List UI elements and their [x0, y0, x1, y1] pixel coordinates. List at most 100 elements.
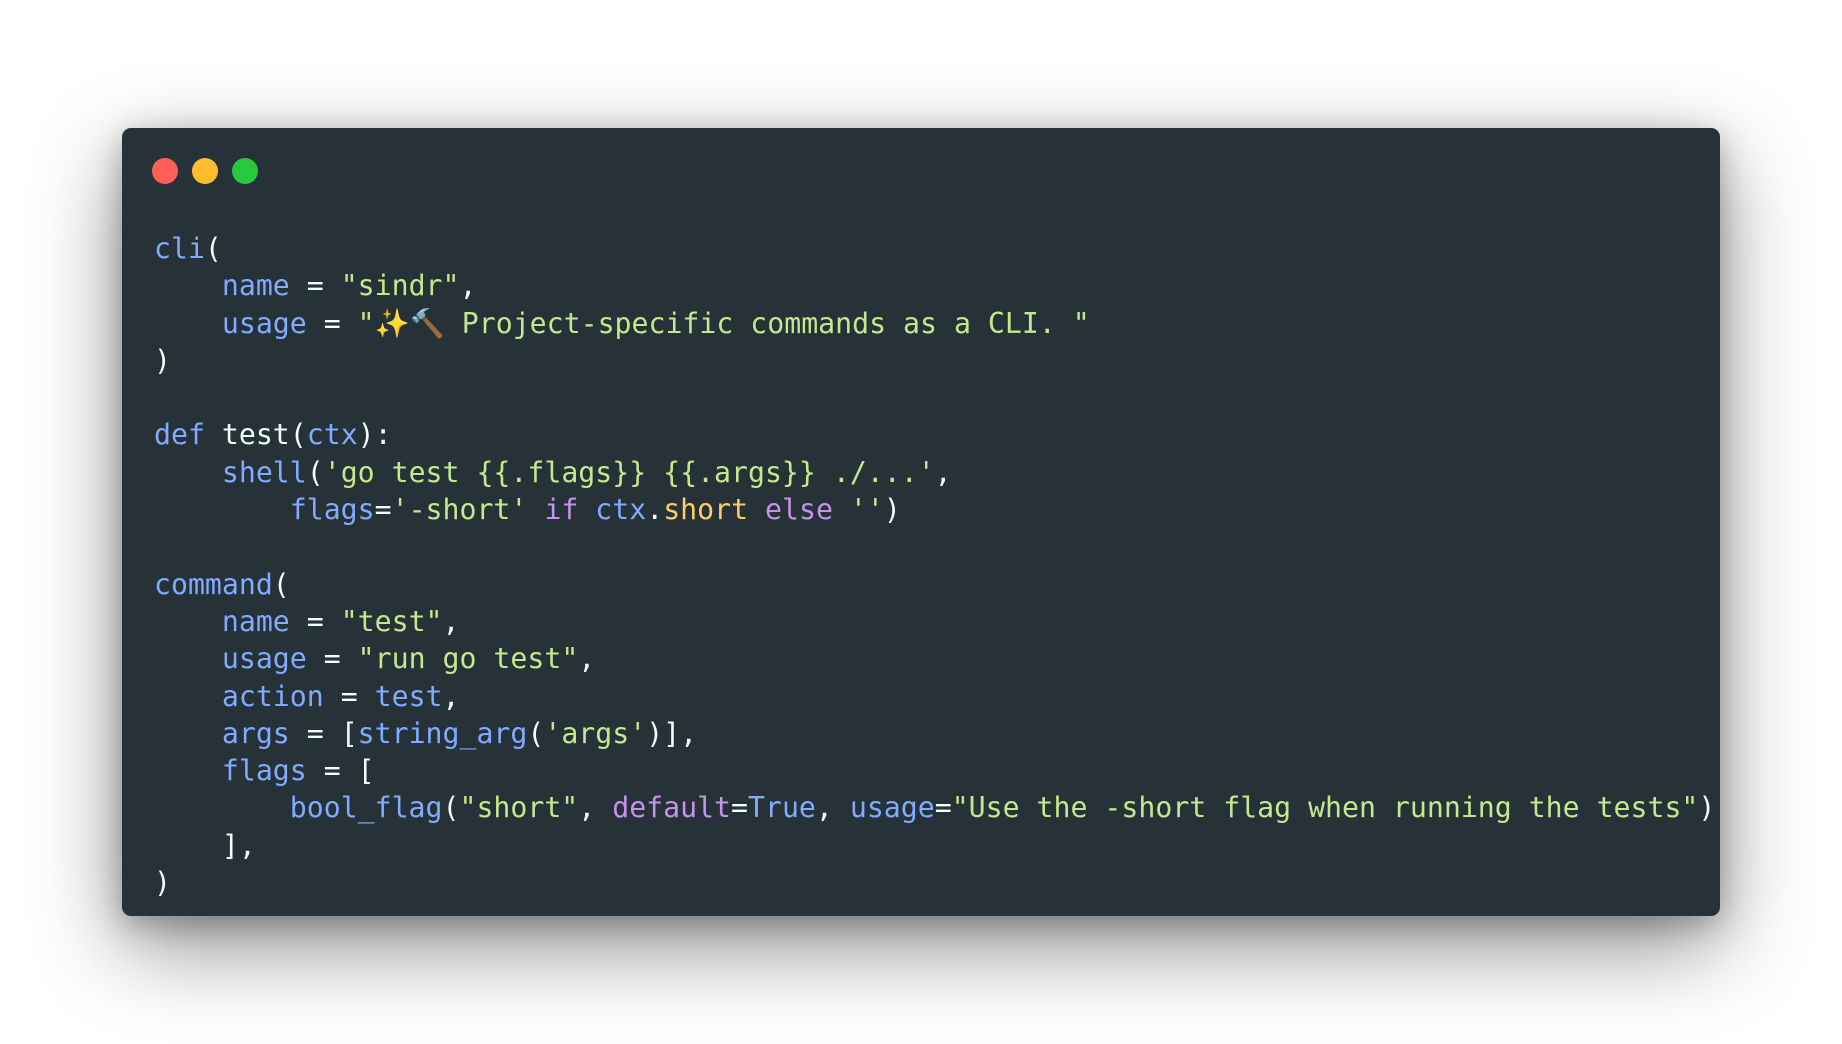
code-token-function: test	[374, 679, 443, 713]
code-token-function: bool_flag	[289, 791, 443, 825]
code-token-default: ,	[578, 642, 596, 676]
code-line: ],	[154, 827, 1715, 864]
code-token-default	[578, 493, 595, 526]
code-token-function: ctx	[306, 418, 358, 452]
code-token-default: .	[646, 493, 664, 527]
close-button[interactable]	[152, 158, 178, 184]
code-token-default: ,	[578, 791, 613, 825]
code-token-function: usage	[849, 791, 935, 825]
code-token-default: ):	[357, 418, 392, 452]
code-token-function: action	[221, 679, 324, 713]
code-line: name = "test",	[154, 603, 1715, 640]
code-token-function: flags	[289, 493, 375, 527]
code-token-function: shell	[221, 455, 307, 489]
code-window: cli( name = "sindr", usage = "✨🔨 Project…	[122, 128, 1720, 916]
code-token-default	[748, 493, 765, 526]
code-token-default: ,	[442, 604, 460, 638]
code-token-default: =	[934, 791, 952, 825]
code-token-function: True	[748, 791, 816, 825]
code-token-function: args	[221, 716, 290, 750]
code-token-default: )	[154, 343, 171, 377]
code-token-default: =	[323, 679, 375, 713]
code-token-string: "✨🔨 Project-specific commands as a CLI. …	[357, 306, 1090, 340]
code-token-function: usage	[221, 306, 307, 340]
code-token-string: "Use the -short flag when running the te…	[951, 791, 1699, 825]
code-line: usage = "run go test",	[154, 640, 1715, 677]
code-token-default: ,	[815, 791, 850, 825]
code-token-default	[833, 493, 850, 526]
code-token-default: =	[306, 306, 358, 340]
code-token-default: = [	[306, 754, 375, 788]
code-token-default: ,	[934, 455, 952, 489]
code-token-default: )],	[646, 716, 698, 750]
code-token-default: (	[204, 232, 222, 265]
code-token-default	[154, 791, 290, 824]
maximize-button[interactable]	[232, 158, 258, 184]
code-token-default: test(	[204, 418, 307, 452]
code-token-default	[154, 269, 222, 302]
code-token-default	[154, 456, 222, 489]
code-block: cli( name = "sindr", usage = "✨🔨 Project…	[154, 230, 1715, 901]
code-token-function: flags	[221, 754, 307, 788]
code-line: action = test,	[154, 678, 1715, 715]
code-token-function: usage	[221, 642, 307, 676]
code-token-default: =	[306, 642, 358, 676]
code-token-keyword: else	[765, 493, 833, 527]
code-token-keyword: if	[544, 493, 579, 527]
code-token-function: string_arg	[357, 716, 528, 750]
code-token-function: name	[221, 269, 290, 303]
code-token-keyword: default	[612, 791, 732, 825]
code-token-string: 'go test {{.flags}} {{.args}} ./...'	[323, 455, 935, 489]
code-line: bool_flag("short", default=True, usage="…	[154, 789, 1716, 826]
code-token-default: =	[289, 269, 341, 303]
code-line: cli(	[154, 230, 1715, 267]
code-token-default	[154, 605, 222, 638]
code-token-string: ''	[849, 493, 884, 527]
code-line: args = [string_arg('args')],	[154, 715, 1715, 752]
code-token-default: ],	[154, 828, 256, 862]
code-line: def test(ctx):	[154, 416, 1715, 453]
code-token-string: "short"	[459, 791, 579, 825]
code-token-default	[527, 493, 544, 526]
code-token-string: "test"	[340, 604, 443, 638]
code-token-function: def	[154, 418, 205, 452]
minimize-button[interactable]	[192, 158, 218, 184]
code-token-default: =	[289, 604, 341, 638]
code-token-default: (	[272, 567, 290, 601]
code-token-default	[154, 493, 290, 526]
code-token-function: command	[154, 567, 273, 601]
code-token-property: short	[663, 493, 749, 527]
code-token-default	[154, 717, 222, 750]
code-token-default: ,	[442, 679, 460, 713]
code-token-function: ctx	[595, 493, 647, 527]
code-token-default: )	[154, 866, 171, 900]
code-token-default: (	[306, 455, 324, 489]
code-token-default	[154, 680, 222, 713]
code-token-string: "sindr"	[340, 269, 460, 303]
code-token-string: '-short'	[391, 493, 528, 527]
code-token-default: =	[374, 493, 392, 527]
code-line: )	[154, 342, 1715, 379]
code-line: shell('go test {{.flags}} {{.args}} ./..…	[154, 454, 1715, 491]
code-token-default: ,	[459, 269, 477, 303]
code-token-string: "run go test"	[357, 642, 579, 676]
code-line: )	[154, 864, 1715, 901]
code-line: flags = [	[154, 752, 1715, 789]
code-token-default	[154, 754, 222, 787]
code-line: usage = "✨🔨 Project-specific commands as…	[154, 305, 1715, 342]
code-token-function: name	[221, 604, 290, 638]
code-line: command(	[154, 566, 1715, 603]
code-token-default: (	[527, 716, 545, 750]
code-token-default: )	[1698, 791, 1716, 825]
code-token-default: =	[731, 791, 749, 825]
code-line: name = "sindr",	[154, 267, 1715, 304]
code-line: flags='-short' if ctx.short else '')	[154, 491, 1715, 528]
code-token-default: = [	[289, 716, 358, 750]
code-token-default: (	[442, 791, 460, 825]
code-token-default	[154, 642, 222, 675]
code-token-default	[154, 307, 222, 340]
code-token-default: )	[883, 493, 901, 527]
code-token-function: cli	[154, 232, 205, 265]
